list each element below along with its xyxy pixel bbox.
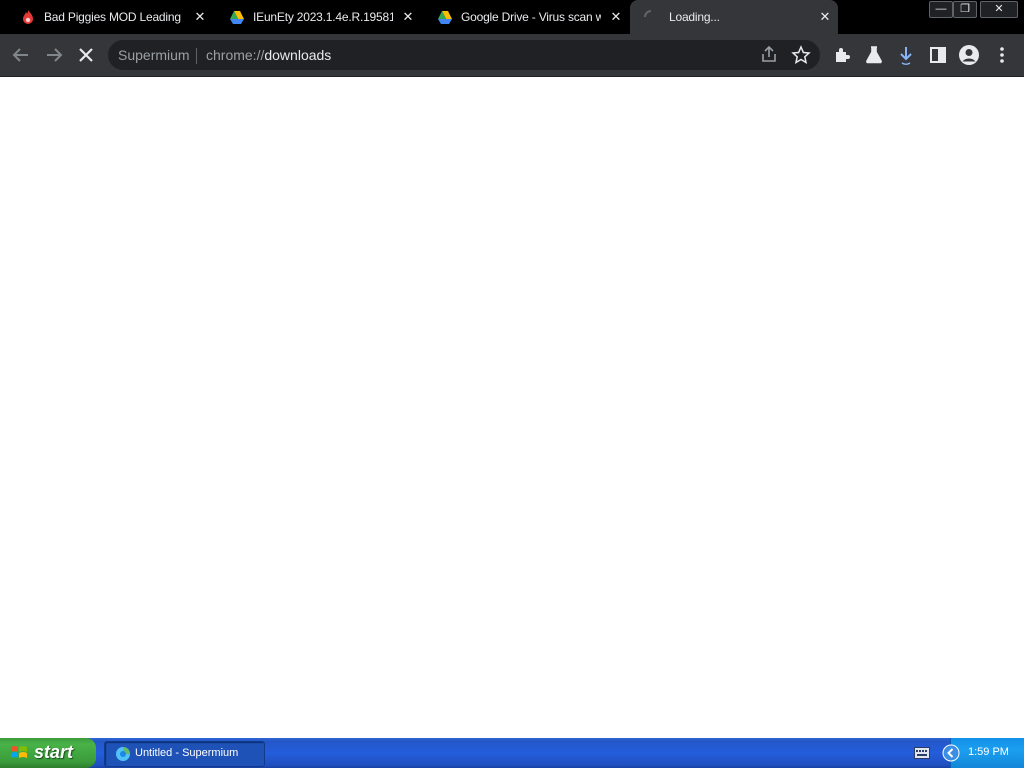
tab-bad-piggies[interactable]: Bad Piggies MOD Leading Ec ✕ [8,0,214,34]
url-scheme: chrome:// [206,47,265,63]
supermium-icon [116,747,130,761]
omnibox-divider [196,48,197,64]
keyboard-icon[interactable] [914,747,930,759]
tab-title: IEunEty 2023.1.4e.R.19581-r [253,10,393,24]
profile-icon[interactable] [958,44,980,66]
share-icon[interactable] [758,44,780,66]
taskbar-item-supermium[interactable]: Untitled - Supermium [104,741,265,767]
omnibox-url[interactable]: chrome://downloads [206,47,331,63]
windows-logo-icon [11,746,27,758]
stop-icon[interactable] [75,44,97,66]
minimize-button[interactable]: — [929,1,953,18]
loading-spinner-icon [644,10,652,18]
show-hidden-icons-icon[interactable] [942,744,960,762]
taskbar-item-label: Untitled - Supermium [135,747,239,759]
system-tray: 1:59 PM [942,738,1024,768]
close-icon[interactable]: ✕ [192,9,208,25]
start-button[interactable]: start [0,738,96,768]
address-bar[interactable]: Supermium chrome://downloads [108,40,820,70]
close-icon[interactable]: ✕ [817,9,833,25]
browser-toolbar: Supermium chrome://downloads [0,34,1024,77]
forward-icon[interactable] [43,44,65,66]
taskbar: start Untitled - Supermium 1:59 PM [0,738,1024,768]
tab-title: Google Drive - Virus scan wa [461,10,601,24]
back-icon[interactable] [10,44,32,66]
close-icon[interactable]: ✕ [608,9,624,25]
close-icon[interactable]: ✕ [400,9,416,25]
flame-icon [23,10,33,24]
star-icon[interactable] [790,44,812,66]
start-label: start [34,742,74,762]
page-content [0,77,1024,738]
tab-ieunety[interactable]: IEunEty 2023.1.4e.R.19581-r ✕ [218,0,424,34]
omnibox-chip: Supermium [118,47,190,63]
clock: 1:59 PM [968,746,1009,758]
menu-icon[interactable] [991,44,1013,66]
labs-icon[interactable] [863,44,885,66]
url-path: downloads [264,47,332,63]
tab-title: Bad Piggies MOD Leading Ec [44,10,184,24]
tab-google-drive[interactable]: Google Drive - Virus scan wa ✕ [428,0,634,34]
window-close-button[interactable]: ✕ [980,1,1018,18]
tab-title: Loading... [669,10,720,24]
side-panel-icon[interactable] [927,44,949,66]
restore-button[interactable]: ❐ [953,1,977,18]
google-drive-icon [438,11,452,24]
tab-loading-active[interactable]: Loading... ✕ [630,0,838,34]
google-drive-icon [230,11,244,24]
download-icon[interactable] [895,44,917,66]
extensions-icon[interactable] [831,44,853,66]
tab-strip: Bad Piggies MOD Leading Ec ✕ IEunEty 202… [0,0,1024,34]
